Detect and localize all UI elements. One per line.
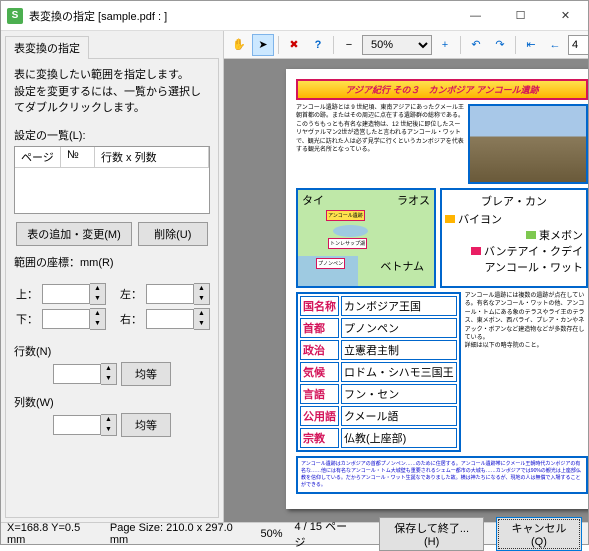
col-num[interactable]: № (61, 147, 95, 167)
cancel-icon[interactable]: ✖ (283, 34, 305, 56)
close-button[interactable]: ✕ (543, 1, 588, 31)
doc-legend: ブレア・カン バイヨン 東メボン バンテアイ・クデイ アンコール・ワット (440, 188, 588, 288)
page-input[interactable] (568, 35, 588, 55)
rows-label: 行数(N) (14, 343, 210, 359)
top-input[interactable] (42, 284, 90, 304)
rotate-right-icon[interactable]: ↷ (489, 34, 511, 56)
cols-spin-down[interactable]: ▼ (101, 425, 116, 435)
rows-spin-up[interactable]: ▲ (101, 364, 116, 374)
app-icon: S (7, 8, 23, 24)
help-icon[interactable]: ? (307, 34, 329, 56)
window-title: 表変換の指定 [sample.pdf : ] (29, 8, 453, 24)
cancel-button-footer[interactable]: キャンセル(Q) (496, 517, 582, 551)
right-spin-down[interactable]: ▼ (194, 319, 209, 329)
doc-footer: アンコール遺跡はカンボジアの首都プノンペン……のために住居する。アンコール遺跡帯… (296, 456, 588, 494)
minimize-button[interactable]: — (453, 1, 498, 31)
prev-page-icon[interactable]: ← (544, 34, 566, 56)
doc-para1: アンコール遺跡とは 9 世紀頃、東南アジアにあったクメール王朝首都の跡。またはそ… (296, 104, 464, 184)
coord-label: 範囲の座標：mm(R) (14, 254, 210, 270)
zoom-select[interactable]: 50% (362, 35, 432, 55)
left-spin-up[interactable]: ▲ (194, 284, 209, 294)
cols-label: 列数(W) (14, 394, 210, 410)
doc-photo (468, 104, 588, 184)
left-spin-down[interactable]: ▼ (194, 294, 209, 304)
right-label: 右： (118, 311, 142, 327)
hand-tool-icon[interactable]: ✋ (228, 34, 250, 56)
doc-info-table: 国名称カンボジア王国 首都プノンペン 政治立憲君主制 気候ロドム・シハモ三国王 … (296, 292, 461, 452)
document-area[interactable]: アジア紀行 その３ カンボジア アンコール遺跡 アンコール遺跡とは 9 世紀頃、… (224, 59, 588, 522)
settings-list-label: 設定の一覧(L): (14, 127, 210, 143)
top-spin-down[interactable]: ▼ (90, 294, 105, 304)
save-exit-button[interactable]: 保存して終了...(H) (379, 517, 484, 551)
status-xy: X=168.8 Y=0.5 mm (7, 522, 98, 546)
bottom-label: 下： (14, 311, 38, 327)
bottom-spin-up[interactable]: ▲ (90, 309, 105, 319)
doc-map: タイ ラオス ベトナム アンコール遺跡 トンレサップ湖 プノンペン (296, 188, 436, 288)
maximize-button[interactable]: ☐ (498, 1, 543, 31)
cols-input[interactable] (53, 415, 101, 435)
right-input[interactable] (146, 309, 194, 329)
col-rowscols[interactable]: 行数 x 列数 (95, 147, 209, 167)
col-page[interactable]: ページ (15, 147, 61, 167)
doc-title: アジア紀行 その３ カンボジア アンコール遺跡 (296, 79, 588, 100)
rows-input[interactable] (53, 364, 101, 384)
rows-even-button[interactable]: 均等 (121, 362, 171, 386)
bottom-spin-down[interactable]: ▼ (90, 319, 105, 329)
tab-table-convert[interactable]: 表変換の指定 (5, 36, 89, 59)
doc-para2: アンコール遺跡には複数の遺跡が点在している。有名なアンコール・ワットの他、アンコ… (465, 292, 588, 452)
right-spin-up[interactable]: ▲ (194, 309, 209, 319)
rows-spin-down[interactable]: ▼ (101, 374, 116, 384)
status-zoom: 50% (260, 528, 282, 540)
zoom-in-icon[interactable]: + (434, 34, 456, 56)
arrow-tool-icon[interactable]: ➤ (252, 34, 274, 56)
add-edit-table-button[interactable]: 表の追加・変更(M) (16, 222, 132, 246)
description-text: 表に変換したい範囲を指定します。 設定を変更するには、一覧から選択してダブルクリ… (14, 67, 210, 117)
top-spin-up[interactable]: ▲ (90, 284, 105, 294)
left-label: 左： (118, 286, 142, 302)
settings-listbox[interactable]: ページ № 行数 x 列数 (14, 146, 210, 214)
left-input[interactable] (146, 284, 194, 304)
delete-button[interactable]: 削除(U) (138, 222, 208, 246)
cols-spin-up[interactable]: ▲ (101, 415, 116, 425)
status-pagesize: Page Size: 210.0 x 297.0 mm (110, 522, 249, 546)
cols-even-button[interactable]: 均等 (121, 413, 171, 437)
top-label: 上： (14, 286, 38, 302)
zoom-out-icon[interactable]: − (338, 34, 360, 56)
bottom-input[interactable] (42, 309, 90, 329)
rotate-left-icon[interactable]: ↶ (465, 34, 487, 56)
page-preview: アジア紀行 その３ カンボジア アンコール遺跡 アンコール遺跡とは 9 世紀頃、… (286, 69, 588, 509)
first-page-icon[interactable]: ⇤ (520, 34, 542, 56)
